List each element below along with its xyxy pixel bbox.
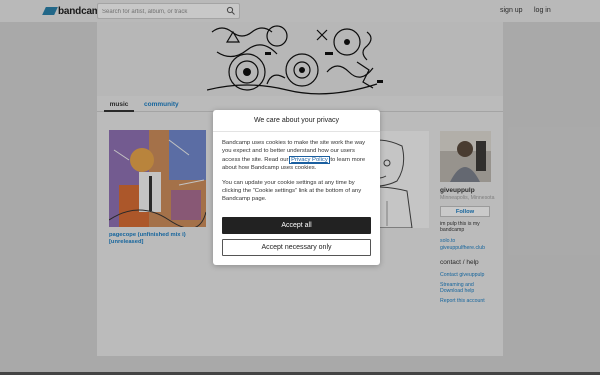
cookie-consent-dialog: We care about your privacy Bandcamp uses… (213, 110, 380, 265)
dialog-body: Bandcamp uses cookies to make the site w… (213, 132, 380, 204)
accept-necessary-button[interactable]: Accept necessary only (222, 239, 371, 256)
accept-all-button[interactable]: Accept all (222, 217, 371, 234)
dialog-title: We care about your privacy (213, 110, 380, 132)
cookie-explanation: Bandcamp uses cookies to make the site w… (222, 139, 371, 173)
privacy-policy-link[interactable]: Privacy Policy (289, 155, 330, 164)
cookie-settings-note: You can update your cookie settings at a… (222, 179, 362, 203)
